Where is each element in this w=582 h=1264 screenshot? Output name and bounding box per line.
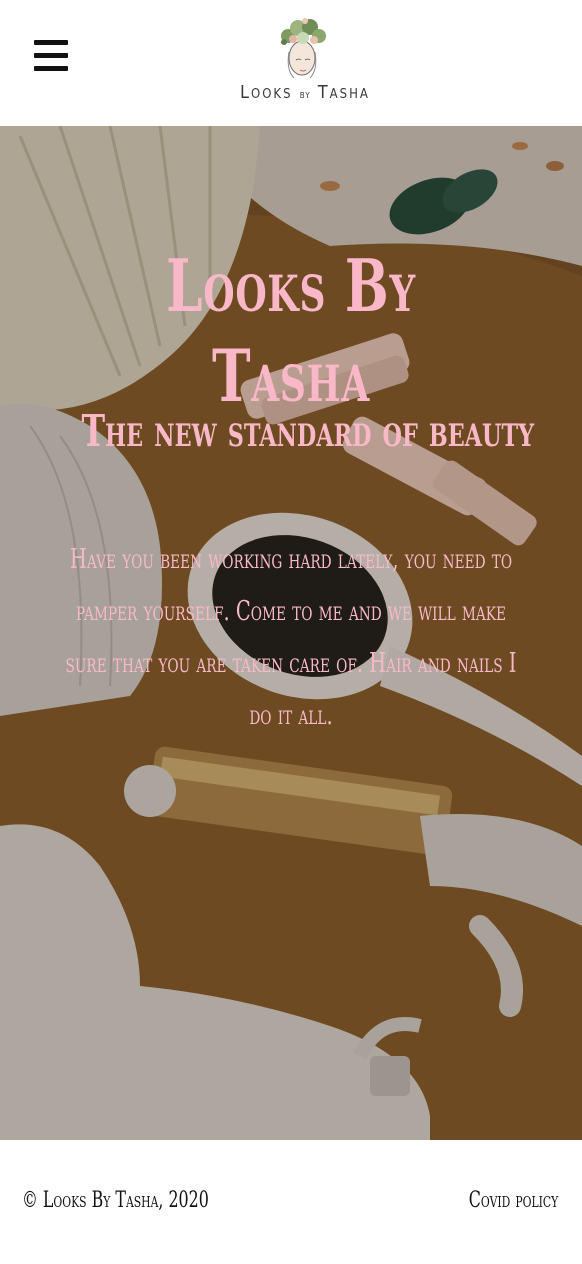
site-footer: © Looks By Tasha, 2020 Covid policy bbox=[0, 1140, 582, 1264]
logo-text-looks: Looks bbox=[240, 82, 293, 103]
logo-text-by: by bbox=[299, 88, 311, 101]
covid-policy-link[interactable]: Covid policy bbox=[468, 1188, 558, 1213]
hero-subtitle: The new standard of beauty bbox=[81, 406, 535, 457]
hero-title: Looks By Tasha bbox=[166, 243, 416, 418]
logo-illustration bbox=[281, 18, 326, 79]
site-header: Looks by Tasha bbox=[0, 0, 582, 126]
hero-section: Looks By Tasha The new standard of beaut… bbox=[0, 126, 582, 1140]
hero-description: Have you been working hard lately, you n… bbox=[30, 534, 552, 742]
hamburger-menu-icon[interactable] bbox=[34, 40, 70, 72]
logo-wordmark: Looks by Tasha bbox=[240, 82, 368, 103]
site-logo[interactable]: Looks by Tasha bbox=[240, 12, 368, 112]
hero-description-text: Have you been working hard lately, you n… bbox=[65, 544, 517, 731]
copyright-text: © Looks By Tasha, 2020 bbox=[22, 1188, 209, 1213]
logo-text-tasha: Tasha bbox=[317, 82, 370, 103]
